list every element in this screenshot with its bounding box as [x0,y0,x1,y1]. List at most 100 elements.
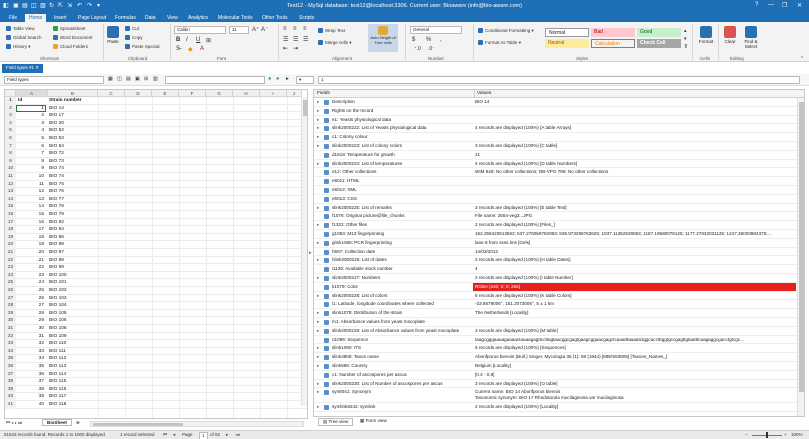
expand-arrow-icon[interactable]: ▸ [317,116,319,124]
tree-row[interactable]: f1076: Original picture@file_chunks File … [314,212,804,222]
cell-strain-number[interactable]: BIO 77 [48,196,98,203]
cell-strain-number[interactable]: BIO 84 [48,226,98,233]
close-button[interactable]: ✕ [797,2,802,9]
tab-analytics[interactable]: Analytics [184,14,212,22]
align-left-icon[interactable]: ☰ [283,36,288,43]
align-center-icon[interactable]: ☰ [293,36,298,43]
font-family-select[interactable]: Calibri [174,26,226,34]
comma-button[interactable]: , [440,37,442,43]
tree-row[interactable]: ▸ slink566: Country Belgium [Locality] [314,362,804,371]
splitter-handle[interactable]: ▸ [309,250,312,256]
column-header-c[interactable]: C [98,90,125,97]
cell-id[interactable]: 27 [16,302,46,309]
style-bad[interactable]: Bad [591,28,635,37]
cell-strain-number[interactable]: BIO 14 [48,105,98,112]
outdent-icon[interactable]: ⇤ [283,45,288,52]
field-value[interactable]: File name: 2554-veg3...JPG [473,212,796,220]
expand-arrow-icon[interactable]: ▸ [317,274,319,282]
field-value[interactable]: lane 8 from ssss.lms [Gels] [473,239,796,247]
expand-arrow-icon[interactable]: ▸ [317,292,319,300]
row-number[interactable]: 30 [5,317,16,325]
bold-button[interactable]: B [176,37,180,43]
tree-row[interactable]: d1518: Temperature for growth 21 [314,151,804,160]
cell-id[interactable]: 7 [16,150,46,157]
tree-row[interactable]: l1: Latitude, longitude coordinates wher… [314,300,804,310]
cloud-folders-button[interactable]: Cloud Folders [53,44,88,50]
cell-id[interactable]: 28 [16,310,46,317]
expand-arrow-icon[interactable]: ▸ [317,256,319,264]
row-number[interactable]: 38 [5,378,16,386]
align-middle-icon[interactable]: ≡ [293,26,297,32]
format-button[interactable]: Format [696,26,716,44]
fields-column-header[interactable]: Fields [317,90,330,98]
cell-id[interactable]: 32 [16,340,46,347]
copy-button[interactable]: Copy [125,35,143,41]
tree-row[interactable]: c1: Number of ascospores per ascus [0.4 -… [314,371,804,380]
row-number[interactable]: 12 [5,180,16,189]
filter-input[interactable] [165,76,265,84]
row-number[interactable]: 39 [5,385,16,394]
row-number[interactable]: 4 [5,119,16,128]
column-header-f[interactable]: F [179,90,206,97]
field-value[interactable]: 2 records are displayed (100%) [Locality… [473,403,796,411]
cell-id[interactable]: 21 [16,257,46,264]
row-number[interactable]: 33 [5,340,16,348]
cell-id[interactable]: 20 [16,249,46,256]
cell-strain-number[interactable]: BIO 53 [48,135,98,142]
tree-row[interactable]: ▸ c1: Colony colour [314,133,804,142]
cell-id[interactable]: 14 [16,203,46,210]
toolbar-icon-6[interactable]: ▥ [153,76,158,82]
row-number[interactable]: 13 [5,188,16,196]
italic-button[interactable]: I [186,37,188,43]
header-strain-number[interactable]: Strain number [48,97,98,104]
cell-strain-number[interactable]: BIO 52 [48,127,98,134]
cell-id[interactable]: 24 [16,279,46,286]
field-value[interactable]: 2 records are displayed (100%) [Files_] [473,221,796,229]
tree-row[interactable]: ▸ slink2000222: List of Yeasts physiologi… [314,124,804,134]
tree-row[interactable]: e5013: CSS [314,195,804,204]
cell-strain-number[interactable]: BIO 105 [48,310,98,317]
styles-scroll-down-icon[interactable]: ▾ [684,36,687,42]
borders-icon[interactable]: ⊞ [206,37,211,44]
font-color-icon[interactable]: A [200,46,204,52]
cell-id[interactable]: 13 [16,196,46,203]
tree-row[interactable]: ▸ slink1078: Distribution of the strain Th… [314,309,804,318]
cell-strain-number[interactable]: BIO 114 [48,371,98,378]
field-value[interactable]: Belgium [Locality] [473,362,796,370]
row-number[interactable]: 6 [5,135,16,143]
underline-button[interactable]: U [196,37,200,43]
cell-id[interactable]: 3 [16,120,46,127]
tree-row[interactable]: ▸ slink2000227: Numbers 2 records are disp… [314,274,804,283]
row-number[interactable]: 7 [5,142,16,151]
cell-id[interactable]: 29 [16,317,46,324]
field-value[interactable]: -33.8679006°, 151.2073006°, 5 ± 1 km [473,300,796,308]
strikethrough-icon[interactable]: S̶ [176,46,180,52]
cell-strain-number[interactable]: BIO 110 [48,340,98,347]
cell-strain-number[interactable]: BIO 109 [48,333,98,340]
expand-arrow-icon[interactable]: ▸ [317,403,319,411]
row-number[interactable]: 23 [5,264,16,272]
field-value[interactable]: BIO 14 [473,98,796,106]
cell-id[interactable]: 2 [16,112,46,119]
zoom-slider-handle[interactable] [766,432,768,438]
cell-id[interactable]: 9 [16,165,46,172]
spreadsheet-button[interactable]: Spreadsheet [53,26,86,32]
row-number[interactable]: 37 [5,370,16,379]
cell-strain-number[interactable]: BIO 86 [48,234,98,241]
expand-icon[interactable]: ▸ [286,76,289,82]
clear-button[interactable]: Clear [722,26,738,44]
cell-strain-number[interactable]: BIO 112 [48,355,98,362]
cell-strain-number[interactable]: BIO 82 [48,219,98,226]
cell-strain-number[interactable]: BIO 20 [48,120,98,127]
styles-more-icon[interactable]: ⊽ [684,44,688,50]
cell-strain-number[interactable]: BIO 103 [48,295,98,302]
tree-row[interactable]: h567: Collection date 14/03/2012 [314,248,804,257]
cell-id[interactable]: 37 [16,378,46,385]
cell-id[interactable]: 19 [16,241,46,248]
expand-arrow-icon[interactable]: ▸ [317,344,319,352]
tree-row[interactable]: ▸ slink1090: ITS 6 records are displayed (… [314,344,804,354]
row-number[interactable]: 8 [5,150,16,158]
field-value[interactable]: 4 records are displayed (100%) [A table … [473,124,796,132]
page-prev-icon[interactable]: ◂ [173,431,175,439]
toolbar-icon-1[interactable]: ▦ [108,76,113,82]
